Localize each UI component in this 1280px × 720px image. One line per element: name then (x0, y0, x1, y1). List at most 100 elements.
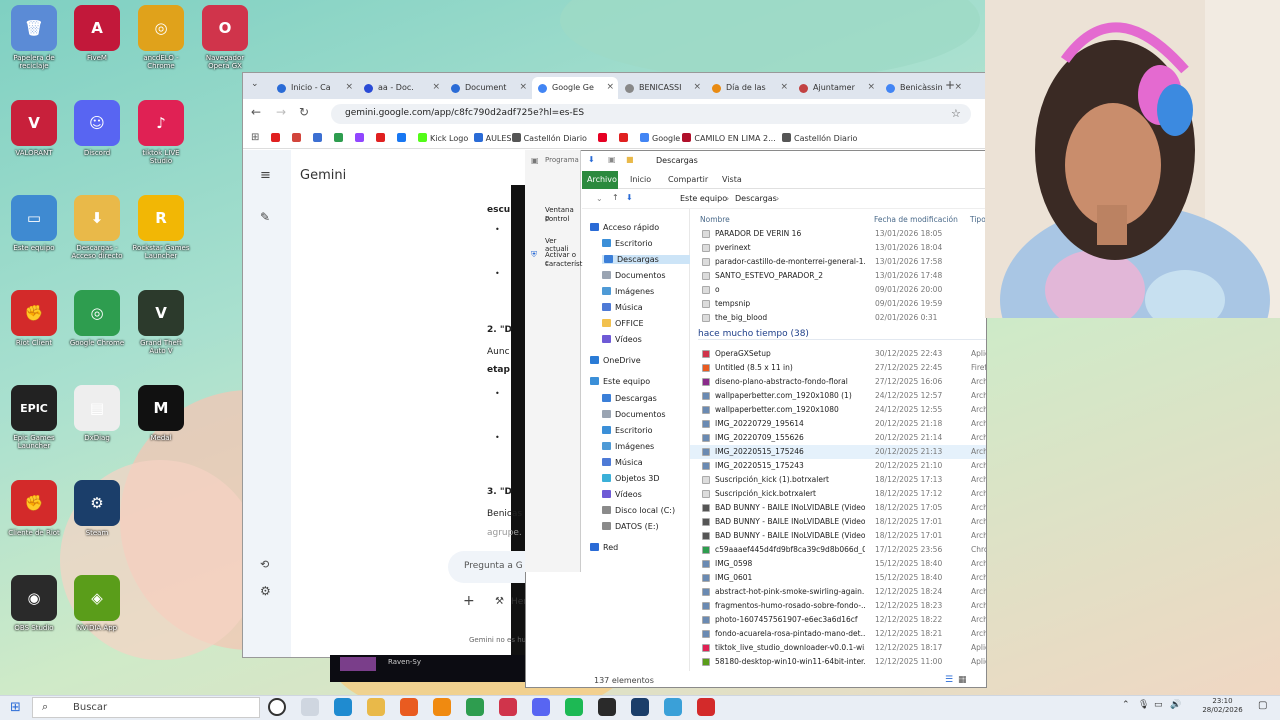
file-row[interactable]: parador-castillo-de-monterrei-general-1.… (690, 255, 986, 269)
file-row[interactable]: BAD BUNNY - BAILE INoLVIDABLE (Video... 1… (690, 529, 986, 543)
browser-tab[interactable]: Document × (445, 77, 531, 99)
browser-tab[interactable]: aa - Doc. × (358, 77, 444, 99)
file-row[interactable]: OperaGXSetup30/12/2025 22:43Aplicación3.… (690, 347, 986, 361)
desktop-icon[interactable]: O Navegador Opera GX (196, 5, 254, 70)
ribbon-tab-compartir[interactable]: Compartir (668, 175, 708, 184)
file-row[interactable]: abstract-hot-pink-smoke-swirling-again..… (690, 585, 986, 599)
nav-item[interactable]: Este equipo (590, 377, 650, 386)
tab-close-icon[interactable]: × (954, 82, 962, 92)
add-icon[interactable]: + (463, 593, 475, 609)
browser-tab[interactable]: Benicàssin × (880, 77, 966, 99)
browser-tab[interactable]: Día de las × (706, 77, 792, 99)
bookmark[interactable] (334, 133, 346, 143)
browser-tab[interactable]: Ajuntamer × (793, 77, 879, 99)
ribbon-archivo-tab[interactable]: Archivo (582, 171, 618, 189)
file-row[interactable]: IMG_20220515_175243 20/12/2025 21:10 Archi… (690, 459, 986, 473)
nav-item[interactable]: DATOS (E:) (602, 522, 659, 531)
file-row[interactable]: IMG_20220729_195614 20/12/2025 21:18 Archi… (690, 417, 986, 431)
firefox-icon[interactable] (400, 698, 418, 716)
network-icon[interactable]: ▭ (1154, 700, 1163, 710)
bookmark[interactable]: Castellón Diario (782, 133, 857, 143)
nav-item[interactable]: Música (602, 458, 643, 467)
desktop-icon[interactable]: EPIC Epic Games Launcher (5, 385, 63, 450)
tab-close-icon[interactable]: × (519, 82, 527, 92)
mic-icon[interactable]: 🎙 (1138, 700, 1149, 710)
file-row[interactable]: BAD BUNNY - BAILE INoLVIDABLE (Video... 1… (690, 501, 986, 515)
program-line[interactable]: característ (545, 260, 582, 268)
bookmark[interactable] (355, 133, 367, 143)
up-icon[interactable]: ↑ (612, 193, 619, 202)
desktop-icon[interactable]: ◉ OBS Studio (5, 575, 63, 632)
bookmark[interactable] (598, 133, 610, 143)
tools-icon[interactable]: ⚒ (495, 596, 504, 607)
tab-close-icon[interactable]: × (780, 82, 788, 92)
file-row[interactable]: wallpaperbetter.com_1920x1080 24/12/2025 … (690, 403, 986, 417)
desktop-icon[interactable]: ♪ tiktok LIVE Studio (132, 100, 190, 165)
browser-tab[interactable]: Google Ge × (532, 77, 618, 99)
tab-search-icon[interactable]: ⌄ (251, 79, 259, 89)
edge-icon[interactable] (334, 698, 352, 716)
nav-item[interactable]: Escritorio (602, 239, 653, 248)
nav-item[interactable]: Descargas (602, 255, 690, 264)
file-row[interactable]: Untitled (8.5 x 11 in) 27/12/2025 22:45 Fi… (690, 361, 986, 375)
tiles-view-icon[interactable]: ▦ (958, 675, 967, 685)
file-row[interactable]: o 09/01/2026 20:00 (690, 283, 986, 297)
desktop-icon[interactable]: A FiveM (68, 5, 126, 62)
details-view-icon[interactable]: ☰ (945, 675, 953, 685)
ribbon-tab-inicio[interactable]: Inicio (630, 175, 651, 184)
nav-item[interactable]: Descargas (602, 394, 657, 403)
settings-gear-icon[interactable]: ⚙ (260, 584, 271, 598)
nav-item[interactable]: Vídeos (602, 490, 642, 499)
bookmark[interactable] (619, 133, 631, 143)
breadcrumb-descargas[interactable]: Descargas (735, 194, 777, 203)
reload-icon[interactable]: ↻ (299, 105, 309, 119)
chrome-icon[interactable] (466, 698, 484, 716)
obs-icon[interactable] (598, 698, 616, 716)
bookmark[interactable]: AULES (473, 133, 512, 143)
nav-item[interactable]: Disco local (C:) (602, 506, 675, 515)
opera-gx-icon[interactable] (499, 698, 517, 716)
file-row[interactable]: c59aaaef445d4fd9bf8ca39c9d8b066d_0 17/12/… (690, 543, 986, 557)
bookmark[interactable] (292, 133, 304, 143)
group-header[interactable]: hace mucho tiempo (38) (698, 329, 986, 340)
desktop-icon[interactable]: ⬇ Descargas - Acceso directo (68, 195, 126, 260)
file-row[interactable]: 58180-desktop-win10-win11-64bit-inter...… (690, 655, 986, 669)
riot-client-icon[interactable] (697, 698, 715, 716)
file-row[interactable]: pverinext 13/01/2026 18:04 (690, 241, 986, 255)
properties-icon[interactable]: ▣ (608, 155, 616, 164)
file-row[interactable]: PARADOR DE VERIN 16 13/01/2026 18:05 (690, 227, 986, 241)
desktop-icon[interactable]: ◈ NVIDIA App (68, 575, 126, 632)
back-icon[interactable]: ← (251, 105, 261, 119)
desktop-icon[interactable]: ⚙ Steam (68, 480, 126, 537)
file-row[interactable]: tempsnip 09/01/2026 19:59 (690, 297, 986, 311)
quick-access-icon[interactable]: ⬇ (588, 155, 595, 164)
tab-close-icon[interactable]: × (345, 82, 353, 92)
bookmark[interactable]: CAMILO EN LIMA 2... (682, 133, 776, 143)
forward-icon[interactable]: → (276, 105, 286, 119)
new-chat-icon[interactable]: ✎ (260, 210, 270, 224)
file-row[interactable]: diseno-plano-abstracto-fondo-floral 27/12… (690, 375, 986, 389)
desktop-icon[interactable]: ☺ Discord (68, 100, 126, 157)
nav-item[interactable]: Música (602, 303, 643, 312)
file-row[interactable]: Suscripción_kick (1).botrxalert 18/12/202… (690, 473, 986, 487)
tab-close-icon[interactable]: × (693, 82, 701, 92)
program-line[interactable]: control (545, 215, 569, 223)
file-row[interactable]: IMG_20220515_175246 20/12/2025 21:13 Archi… (690, 445, 986, 459)
nav-item[interactable]: Documentos (602, 410, 666, 419)
menu-icon[interactable]: ≡ (260, 168, 271, 183)
file-row[interactable]: photo-1607457561907-e6ec3a6d16cf 12/12/20… (690, 613, 986, 627)
tiktok-live-icon[interactable] (664, 698, 682, 716)
tab-close-icon[interactable]: × (432, 82, 440, 92)
apps-grid-icon[interactable]: ⊞ (251, 132, 259, 143)
desktop-icon[interactable]: M Medal (132, 385, 190, 442)
recent-dropdown-icon[interactable]: ⌄ (596, 194, 603, 203)
desktop-icon[interactable]: ✊ Cliente de Riot (5, 480, 63, 537)
desktop-icon[interactable]: ◎ ancdELO - Chrome (132, 5, 190, 70)
file-row[interactable]: IMG_059815/12/2025 18:40Archivo JPG511 K… (690, 557, 986, 571)
task-view-icon[interactable] (301, 698, 319, 716)
file-row[interactable]: fragmentos-humo-rosado-sobre-fondo-... 12… (690, 599, 986, 613)
steam-icon[interactable] (631, 698, 649, 716)
nav-item[interactable]: Imágenes (602, 287, 654, 296)
nav-item[interactable]: Escritorio (602, 426, 653, 435)
file-row[interactable]: SANTO_ESTEVO_PARADOR_2 13/01/2026 17:48 (690, 269, 986, 283)
